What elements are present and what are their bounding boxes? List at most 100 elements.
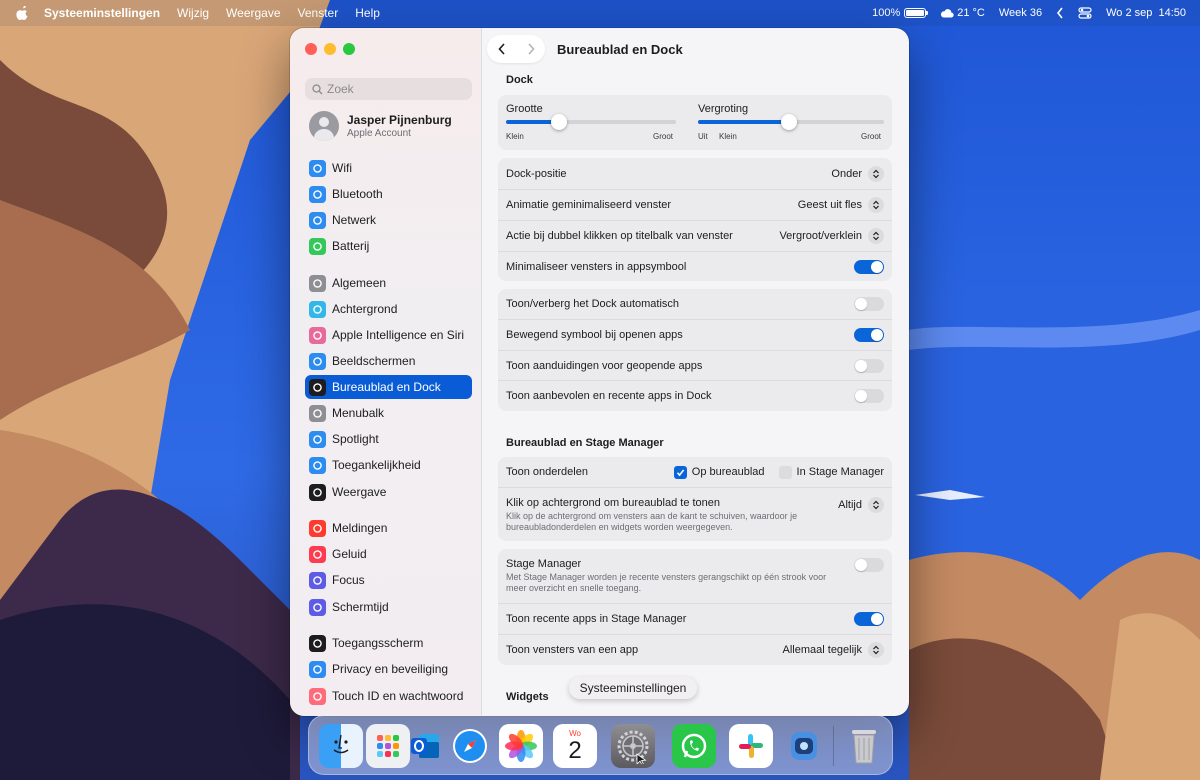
outlook-icon[interactable] bbox=[403, 724, 447, 768]
windows-of-app-popup[interactable]: Allemaal tegelijk bbox=[783, 642, 884, 658]
apple-account[interactable]: Jasper Pijnenburg Apple Account bbox=[309, 111, 452, 141]
on-desktop-option[interactable]: Op bureaublad bbox=[673, 465, 765, 479]
double-click-action-popup[interactable]: Vergroot/verklein bbox=[779, 228, 884, 244]
calendar-icon[interactable]: Wo 2 bbox=[553, 724, 597, 768]
week-number[interactable]: Week 36 bbox=[999, 7, 1042, 19]
control-center-icon[interactable] bbox=[1078, 7, 1092, 19]
chevron-left-icon[interactable] bbox=[1056, 7, 1064, 19]
menu-help[interactable]: Help bbox=[355, 6, 380, 20]
sidebar-item-netwerk[interactable]: Netwerk bbox=[305, 208, 472, 232]
updown-chevron-icon bbox=[868, 197, 884, 213]
sidebar-item-apple-intelligence-en-siri[interactable]: Apple Intelligence en Siri bbox=[305, 323, 472, 347]
sidebar-item-weergave[interactable]: Weergave bbox=[305, 480, 472, 504]
close-button[interactable] bbox=[305, 43, 317, 55]
whatsapp-icon[interactable] bbox=[672, 724, 716, 768]
sidebar-item-batterij[interactable]: Batterij bbox=[305, 234, 472, 258]
menu-venster[interactable]: Venster bbox=[298, 6, 339, 20]
sidebar-item-beeldschermen[interactable]: Beeldschermen bbox=[305, 349, 472, 373]
size-slider[interactable] bbox=[506, 114, 676, 130]
minimize-button[interactable] bbox=[324, 43, 336, 55]
menu-app-name[interactable]: Systeeminstellingen bbox=[44, 6, 160, 20]
account-name: Jasper Pijnenburg bbox=[347, 113, 452, 127]
dock-position-value: Onder bbox=[831, 167, 862, 180]
sidebar-item-achtergrond[interactable]: Achtergrond bbox=[305, 297, 472, 321]
sidebar-item-algemeen[interactable]: Algemeen bbox=[305, 271, 472, 295]
click-wallpaper-popup[interactable]: Altijd bbox=[838, 497, 884, 513]
desktop-items-card: Toon onderdelen Op bureaublad In Stage M… bbox=[498, 457, 892, 541]
double-click-action-row: Actie bij dubbel klikken op titelbalk va… bbox=[498, 220, 892, 251]
slack-icon[interactable] bbox=[729, 724, 773, 768]
dock-tooltip: Systeeminstellingen bbox=[569, 677, 697, 699]
click-wallpaper-value: Altijd bbox=[838, 499, 862, 511]
gear-icon bbox=[309, 274, 326, 292]
magnify-slider[interactable] bbox=[698, 114, 884, 130]
recent-apps-stage-label: Toon recente apps in Stage Manager bbox=[506, 613, 687, 625]
magnify-slider-off: Uit bbox=[698, 132, 708, 141]
click-wallpaper-row: Klik op achtergrond om bureaublad te ton… bbox=[498, 487, 892, 541]
menu-wijzig[interactable]: Wijzig bbox=[177, 6, 209, 20]
autohide-toggle[interactable] bbox=[854, 297, 884, 311]
system-settings-icon[interactable] bbox=[611, 724, 655, 768]
forward-chevron-icon[interactable] bbox=[526, 42, 536, 56]
sidebar-item-bluetooth[interactable]: Bluetooth bbox=[305, 182, 472, 206]
search-field[interactable]: Zoek bbox=[305, 78, 472, 100]
weather-status[interactable]: 21 °C bbox=[940, 7, 985, 19]
autohide-label: Toon/verberg het Dock automatisch bbox=[506, 298, 680, 310]
content-pane: Bureaublad en Dock Dock Grootte Klein Gr… bbox=[483, 28, 909, 716]
indicators-toggle[interactable] bbox=[854, 358, 884, 373]
sidebar-item-schermtijd[interactable]: Schermtijd bbox=[305, 595, 472, 619]
sidebar-item-toegangsscherm[interactable]: Toegangsscherm bbox=[305, 631, 472, 655]
lock-icon bbox=[309, 634, 326, 652]
size-slider-min: Klein bbox=[506, 132, 524, 141]
minimize-into-app-toggle[interactable] bbox=[854, 259, 884, 274]
dock-position-popup[interactable]: Onder bbox=[831, 165, 884, 182]
accessibility-icon bbox=[309, 456, 326, 474]
menu-weergave[interactable]: Weergave bbox=[226, 6, 280, 20]
checkbox-checked-icon[interactable] bbox=[673, 465, 687, 479]
stage-manager-toggle[interactable] bbox=[854, 558, 884, 572]
sidebar-item-toegankelijkheid[interactable]: Toegankelijkheid bbox=[305, 453, 472, 477]
magnify-slider-knob[interactable] bbox=[781, 114, 798, 130]
proxyman-icon[interactable] bbox=[782, 724, 826, 768]
section-header-stage-manager: Bureaublad en Stage Manager bbox=[506, 437, 664, 449]
calendar-date: 2 bbox=[568, 736, 582, 764]
recent-apps-stage-toggle[interactable] bbox=[854, 612, 884, 626]
sidebar-item-label: Toegankelijkheid bbox=[332, 458, 421, 472]
sidebar-item-wifi[interactable]: Wifi bbox=[305, 156, 472, 180]
finder-icon[interactable] bbox=[319, 724, 363, 768]
show-items-row: Toon onderdelen Op bureaublad In Stage M… bbox=[498, 457, 892, 487]
minimize-animation-label: Animatie geminimaliseerd venster bbox=[506, 199, 672, 211]
minimize-animation-popup[interactable]: Geest uit fles bbox=[798, 197, 884, 213]
back-chevron-icon[interactable] bbox=[497, 42, 507, 56]
sidebar-item-label: Toegangsscherm bbox=[332, 636, 424, 650]
sidebar-item-privacy-en-beveiliging[interactable]: Privacy en beveiliging bbox=[305, 657, 472, 681]
animate-open-toggle[interactable] bbox=[854, 328, 884, 342]
size-slider-label: Grootte bbox=[506, 103, 543, 115]
brightness-icon bbox=[309, 352, 326, 370]
windows-of-app-row: Toon vensters van een app Allemaal tegel… bbox=[498, 634, 892, 665]
settings-window: Zoek Jasper Pijnenburg Apple Account Wif… bbox=[290, 28, 909, 716]
menu-bar: Systeeminstellingen Wijzig Weergave Vens… bbox=[0, 0, 1200, 26]
sidebar-item-touch-id-en-wachtwoord[interactable]: Touch ID en wachtwoord bbox=[305, 684, 472, 708]
safari-icon[interactable] bbox=[448, 724, 492, 768]
trash-icon[interactable] bbox=[842, 724, 886, 768]
size-slider-knob[interactable] bbox=[550, 114, 567, 130]
clock[interactable]: Wo 2 sep 14:50 bbox=[1106, 7, 1186, 19]
sound-icon bbox=[309, 545, 326, 563]
apple-icon[interactable] bbox=[16, 6, 30, 20]
sidebar-item-label: Focus bbox=[332, 573, 365, 587]
photos-icon[interactable] bbox=[499, 724, 543, 768]
zoom-button[interactable] bbox=[343, 43, 355, 55]
in-stage-manager-option[interactable]: In Stage Manager bbox=[778, 465, 884, 479]
sidebar-item-focus[interactable]: Focus bbox=[305, 568, 472, 592]
battery-status[interactable]: 100% bbox=[872, 7, 929, 19]
sidebar-item-meldingen[interactable]: Meldingen bbox=[305, 516, 472, 540]
sidebar-item-menubalk[interactable]: Menubalk bbox=[305, 401, 472, 425]
recent-apps-toggle[interactable] bbox=[854, 389, 884, 403]
sidebar-item-spotlight[interactable]: Spotlight bbox=[305, 427, 472, 451]
sidebar-item-geluid[interactable]: Geluid bbox=[305, 542, 472, 566]
menubar-icon bbox=[309, 404, 326, 422]
checkbox-unchecked-icon[interactable] bbox=[778, 465, 792, 479]
sidebar-item-bureaublad-en-dock[interactable]: Bureaublad en Dock bbox=[305, 375, 472, 399]
dock-sliders-card: Grootte Klein Groot Vergroting Uit Klein… bbox=[498, 95, 892, 150]
